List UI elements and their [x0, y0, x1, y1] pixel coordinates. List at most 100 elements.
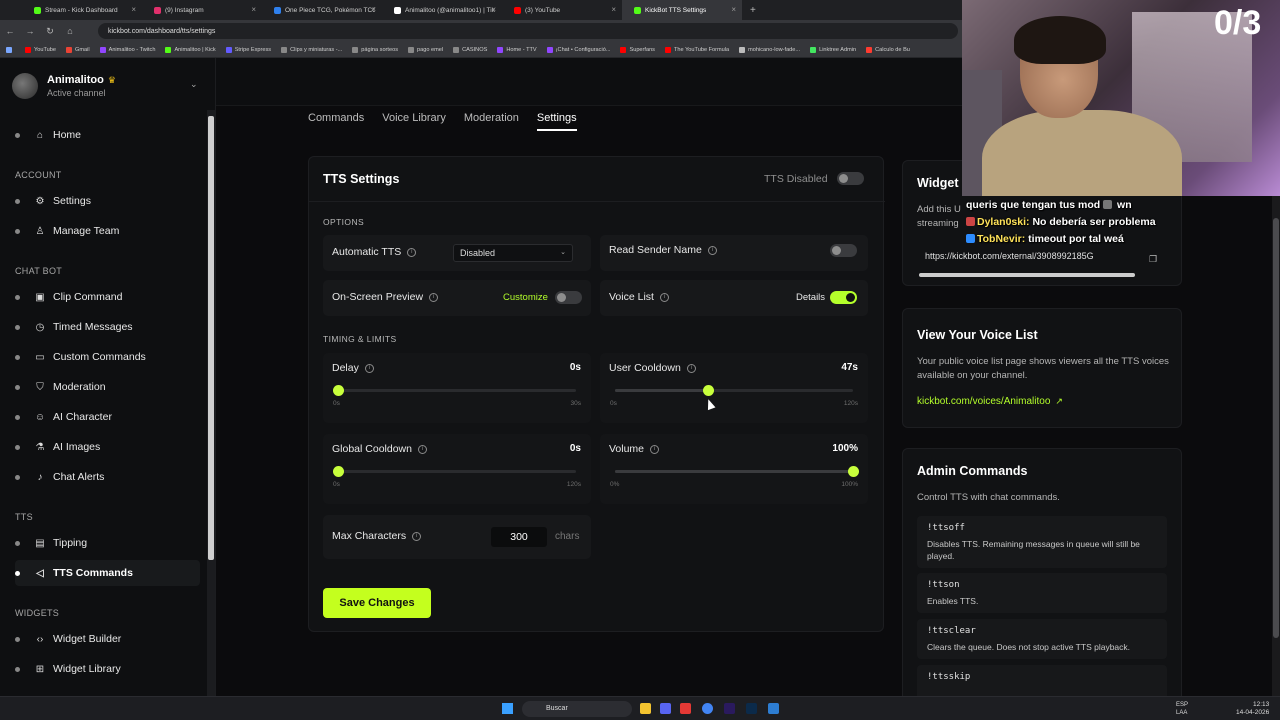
bookmark-item[interactable]: Linktree Admin — [810, 46, 856, 53]
new-tab-icon[interactable]: + — [750, 5, 756, 16]
app-icon[interactable] — [680, 703, 691, 714]
bookmark-item[interactable]: Home - TTV — [497, 46, 537, 53]
bookmark-item[interactable]: Gmail — [65, 46, 90, 53]
channel-switcher[interactable]: Animalitoo ♛ Active channel — [12, 73, 116, 99]
read-sender-name-toggle[interactable] — [830, 244, 857, 257]
premiere-icon[interactable] — [724, 703, 735, 714]
bookmark-item[interactable]: Calculo de Bu — [866, 46, 910, 53]
details-link[interactable]: Details — [796, 292, 825, 303]
close-icon[interactable]: × — [131, 5, 136, 14]
sidebar-item-timed-messages[interactable]: ◷ Timed Messages — [15, 314, 200, 340]
windows-start-icon[interactable] — [502, 703, 513, 714]
browser-tab[interactable]: (9) Instagram × — [142, 0, 262, 20]
automatic-tts-select[interactable]: Disabled ⌄ — [453, 244, 573, 262]
chrome-icon[interactable] — [702, 703, 713, 714]
browser-tab[interactable]: (3) YouTube × — [502, 0, 622, 20]
sidebar-item-ai-character[interactable]: ☺ AI Character — [15, 404, 200, 430]
info-icon[interactable]: i — [650, 444, 660, 454]
bookmark-item[interactable]: Stripe Express — [225, 46, 271, 53]
sidebar-item-moderation[interactable]: ⛉ Moderation — [15, 374, 200, 400]
tts-enable-toggle[interactable] — [837, 172, 864, 185]
slider-thumb[interactable] — [333, 466, 344, 477]
volume-slider[interactable] — [615, 466, 859, 477]
browser-tab-active[interactable]: KickBot TTS Settings × — [622, 0, 742, 20]
home-icon[interactable]: ⌂ — [60, 26, 80, 36]
app-icon[interactable] — [768, 703, 779, 714]
folder-icon[interactable] — [640, 703, 651, 714]
slider-thumb[interactable] — [333, 385, 344, 396]
sidebar-item-widget-library[interactable]: ⊞ Widget Library — [15, 656, 200, 682]
global-cooldown-slider[interactable] — [333, 466, 576, 477]
page-scroll-thumb[interactable] — [1273, 218, 1279, 638]
chevron-down-icon[interactable]: ⌄ — [190, 79, 198, 90]
sidebar-item-tipping[interactable]: ▤ Tipping — [15, 530, 200, 556]
copy-icon[interactable]: ❐ — [1149, 254, 1161, 266]
widget-url-field[interactable]: https://kickbot.com/external/3908992185G — [917, 247, 1135, 267]
info-icon[interactable]: i — [364, 363, 374, 373]
sidebar-item-settings[interactable]: ⚙ Settings — [15, 188, 200, 214]
clock[interactable]: 12:13 14-04-2026 — [1236, 701, 1269, 717]
info-icon[interactable]: i — [659, 292, 669, 302]
language-indicator[interactable]: ESP LAA — [1176, 701, 1188, 717]
discord-icon[interactable] — [660, 703, 671, 714]
voice-list-toggle[interactable] — [830, 291, 857, 304]
sidebar-item-ai-images[interactable]: ⚗ AI Images — [15, 434, 200, 460]
url-scrollbar[interactable] — [919, 273, 1135, 277]
gear-icon: ⚙ — [35, 195, 45, 207]
tab-moderation[interactable]: Moderation — [464, 112, 519, 131]
sidebar-item-custom-commands[interactable]: ▭ Custom Commands — [15, 344, 200, 370]
sidebar-scroll-thumb[interactable] — [208, 116, 214, 560]
bookmark-item[interactable]: CASINOS — [453, 46, 487, 53]
grid-icon: ⊞ — [35, 663, 45, 675]
photoshop-icon[interactable] — [746, 703, 757, 714]
user-cooldown-slider[interactable] — [615, 385, 853, 396]
sidebar-item-clip-command[interactable]: ▣ Clip Command — [15, 284, 200, 310]
browser-tab[interactable]: One Piece TCG, Pokémon TCG × — [262, 0, 382, 20]
taskbar-search[interactable]: Buscar — [522, 701, 632, 717]
tab-voice-library[interactable]: Voice Library — [382, 112, 446, 131]
bookmark-item[interactable]: Animalitoo | Kick — [165, 46, 216, 53]
on-screen-preview-toggle[interactable] — [555, 291, 582, 304]
sidebar-item-home[interactable]: ⌂ Home — [15, 122, 200, 148]
info-icon[interactable]: i — [686, 363, 696, 373]
close-icon[interactable]: × — [731, 5, 736, 14]
browser-tab[interactable]: Animalitoo (@animalitoo1) | TikTok× — [382, 0, 502, 20]
forward-icon[interactable]: → — [20, 26, 40, 36]
info-icon[interactable]: i — [407, 247, 417, 257]
sidebar-item-widget-builder[interactable]: ‹› Widget Builder — [15, 626, 200, 652]
save-changes-button[interactable]: Save Changes — [323, 588, 431, 618]
bookmark-item[interactable]: página sorteos — [352, 46, 398, 53]
bookmark-item[interactable]: ¡Chat • Configuració... — [546, 46, 610, 53]
info-icon[interactable]: i — [707, 245, 717, 255]
reload-icon[interactable]: ↻ — [40, 26, 60, 37]
slider-thumb[interactable] — [702, 385, 714, 396]
sidebar-item-manage-team[interactable]: ♙ Manage Team — [15, 218, 200, 244]
bookmark-item[interactable]: The YouTube Formula — [664, 46, 729, 53]
bookmark-item[interactable]: Superfans — [620, 46, 655, 53]
bookmark-item[interactable]: pago emel — [408, 46, 443, 53]
info-icon[interactable]: i — [429, 292, 439, 302]
delay-slider[interactable] — [333, 385, 576, 396]
max-characters-input[interactable]: 300 — [491, 527, 547, 547]
bookmark-item[interactable]: mohicano-low-fade... — [739, 46, 800, 53]
info-icon[interactable]: i — [417, 444, 427, 454]
sidebar-item-chat-alerts[interactable]: ♪ Chat Alerts — [15, 464, 200, 490]
sidebar-item-tts-commands[interactable]: ◁ TTS Commands — [15, 560, 200, 586]
apps-icon[interactable] — [6, 46, 15, 53]
back-icon[interactable]: ← — [0, 26, 20, 36]
slider-thumb[interactable] — [848, 466, 859, 477]
info-icon[interactable]: i — [412, 531, 422, 541]
close-icon[interactable]: × — [371, 5, 376, 14]
voice-list-link[interactable]: kickbot.com/voices/Animalitoo ↗ — [917, 396, 1063, 407]
close-icon[interactable]: × — [491, 5, 496, 14]
customize-link[interactable]: Customize — [503, 292, 548, 303]
close-icon[interactable]: × — [251, 5, 256, 14]
bookmark-item[interactable]: Clips y miniaturas -... — [281, 46, 342, 53]
tab-settings[interactable]: Settings — [536, 112, 577, 131]
url-input[interactable]: kickbot.com/dashboard/tts/settings — [98, 23, 958, 39]
bookmark-item[interactable]: YouTube — [25, 46, 56, 53]
close-icon[interactable]: × — [611, 5, 616, 14]
bookmark-item[interactable]: Animalitoo - Twitch — [99, 46, 155, 53]
tab-commands[interactable]: Commands — [308, 112, 364, 131]
browser-tab[interactable]: Stream - Kick Dashboard × — [22, 0, 142, 20]
